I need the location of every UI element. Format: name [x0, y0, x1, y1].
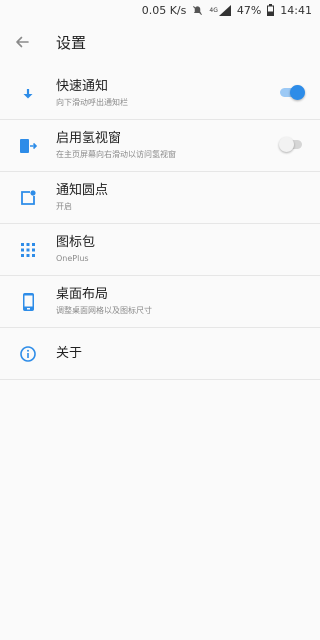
app-bar: 设置: [0, 20, 320, 64]
setting-title: 桌面布局: [56, 286, 109, 302]
clock: 14:41: [280, 3, 312, 17]
setting-icon-pack[interactable]: 图标包 OnePlus: [0, 224, 320, 276]
setting-home-layout[interactable]: 桌面布局 调整桌面网格以及图标尺寸: [0, 276, 320, 328]
download-arrow-icon: [0, 68, 56, 119]
quick-notification-toggle[interactable]: [280, 85, 305, 100]
status-bar: 0.05 K/s 4G 47% 14:41: [0, 0, 320, 20]
info-icon: [0, 328, 56, 379]
phone-icon: [0, 276, 56, 327]
page-title: 设置: [56, 33, 87, 52]
setting-hydrogen-shelf[interactable]: 启用氢视窗 在主页屏幕向右滑动以访问氢视窗: [0, 120, 320, 172]
signal-icon: 4G: [209, 4, 231, 16]
back-button[interactable]: [0, 20, 44, 64]
setting-subtitle: OnePlus: [56, 253, 89, 263]
setting-title: 关于: [56, 345, 83, 361]
hydrogen-shelf-toggle[interactable]: [279, 137, 304, 152]
setting-quick-notification[interactable]: 快速通知 向下滑动呼出通知栏: [0, 68, 320, 120]
battery-icon: [267, 4, 275, 16]
settings-list: 快速通知 向下滑动呼出通知栏 启用氢视窗 在主页屏幕向右滑动以访问氢视窗 通知圆…: [0, 68, 320, 380]
setting-title: 图标包: [56, 234, 96, 250]
setting-subtitle: 调整桌面网格以及图标尺寸: [56, 305, 152, 315]
setting-notification-dots[interactable]: 通知圆点 开启: [0, 172, 320, 224]
back-arrow-icon: [16, 36, 29, 48]
network-speed: 0.05 K/s: [141, 3, 187, 17]
setting-title: 通知圆点: [56, 182, 109, 198]
setting-subtitle: 开启: [56, 201, 72, 211]
battery-percent: 47%: [236, 3, 262, 17]
grid-icon: [0, 224, 56, 275]
setting-about[interactable]: 关于: [0, 328, 320, 380]
notification-dot-icon: [0, 172, 56, 223]
mute-icon: [192, 5, 203, 16]
network-type: 4G: [209, 6, 218, 14]
shelf-icon: [0, 120, 56, 171]
